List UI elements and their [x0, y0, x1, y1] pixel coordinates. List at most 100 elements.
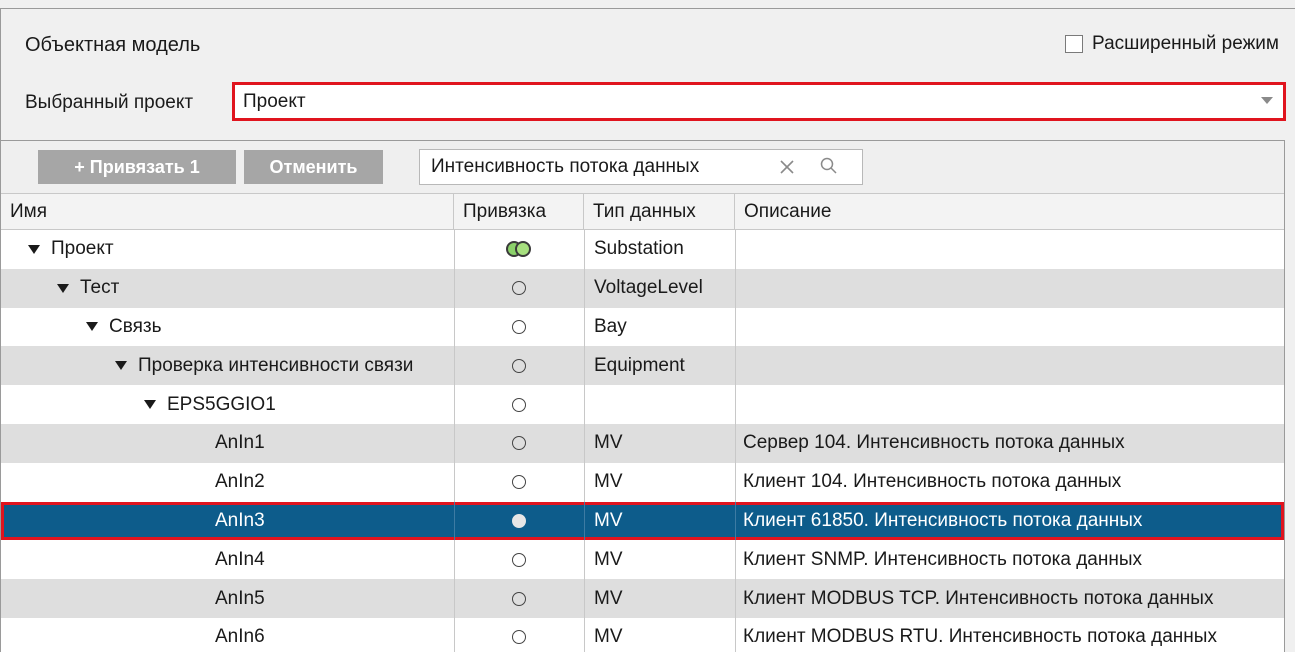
data-type-cell: Substation	[594, 238, 684, 260]
tree-node-cell[interactable]: Связь	[1, 308, 454, 347]
binding-cell[interactable]	[454, 579, 584, 618]
tree-node-cell[interactable]: AnIn2	[1, 463, 454, 502]
tree-node-cell[interactable]: AnIn3	[1, 502, 454, 541]
advanced-mode-toggle[interactable]: Расширенный режим	[1065, 33, 1279, 55]
advanced-mode-label: Расширенный режим	[1092, 33, 1279, 54]
column-divider	[584, 423, 585, 463]
binding-cell[interactable]	[454, 463, 584, 502]
selected-project-label: Выбранный проект	[25, 92, 194, 113]
description-cell	[735, 385, 1284, 424]
tree-node-cell[interactable]: AnIn5	[1, 579, 454, 618]
tree-node-label: EPS5GGIO1	[167, 393, 276, 415]
binding-cell[interactable]	[454, 424, 584, 463]
tree-node-label: Проверка интенсивности связи	[138, 354, 414, 376]
binding-cell[interactable]	[454, 230, 584, 269]
column-divider	[735, 617, 736, 652]
expand-arrow-icon[interactable]	[115, 361, 127, 371]
table-row[interactable]: AnIn3 MV Клиент 61850. Интенсивность поток…	[1, 501, 1284, 541]
table-row[interactable]: AnIn5 MV Клиент MODBUS TCP. Интенсивность …	[1, 579, 1284, 618]
table-row[interactable]: AnIn6 MV Клиент MODBUS RTU. Интенсивность …	[1, 617, 1284, 652]
column-divider	[454, 540, 455, 580]
column-header-data-type[interactable]: Тип данных	[584, 194, 735, 230]
grid-rows: Проект Substation Тест VoltageLevel Связь Bay…	[1, 230, 1284, 652]
empty-circle-icon	[512, 319, 526, 334]
tree-node-label: Тест	[80, 277, 120, 299]
chevron-down-icon[interactable]	[1261, 97, 1273, 104]
bind-button[interactable]: + Привязать 1	[38, 150, 236, 184]
data-type-cell: Bay	[594, 315, 627, 337]
data-type-cell: Equipment	[594, 354, 685, 376]
tree-node-cell[interactable]: Проверка интенсивности связи	[1, 346, 454, 385]
table-row[interactable]: EPS5GGIO1	[1, 385, 1284, 424]
empty-circle-icon	[512, 281, 526, 296]
table-row[interactable]: Тест VoltageLevel	[1, 268, 1284, 308]
column-divider	[454, 268, 455, 308]
column-header-description[interactable]: Описание	[735, 194, 1284, 230]
binding-cell[interactable]	[454, 618, 584, 652]
description-cell: Клиент 61850. Интенсивность потока данны…	[743, 509, 1143, 531]
data-type-cell: MV	[594, 548, 623, 570]
column-divider	[584, 346, 585, 386]
data-type-cell	[584, 385, 735, 424]
binding-cell[interactable]	[454, 269, 584, 308]
column-divider	[735, 385, 736, 424]
column-divider	[735, 579, 736, 618]
expand-arrow-icon[interactable]	[28, 244, 40, 254]
data-type-cell: MV	[594, 509, 623, 531]
column-divider	[584, 462, 585, 502]
column-divider	[735, 268, 736, 308]
tree-node-cell[interactable]: Проект	[1, 230, 454, 269]
search-input[interactable]: Интенсивность потока данных	[419, 149, 863, 185]
bound-status-icon	[506, 241, 532, 258]
tree-node-label: Проект	[51, 238, 114, 260]
close-icon[interactable]	[776, 156, 798, 178]
grid-header: Имя Привязка Тип данных Описание	[1, 193, 1284, 230]
binding-cell[interactable]	[454, 540, 584, 579]
tree-node-cell[interactable]: Тест	[1, 269, 454, 308]
column-header-binding[interactable]: Привязка	[454, 194, 584, 230]
description-cell: Клиент SNMP. Интенсивность потока данных	[743, 548, 1143, 570]
tree-node-label: AnIn3	[215, 509, 265, 531]
table-row[interactable]: Проверка интенсивности связи Equipment	[1, 346, 1284, 386]
column-divider	[584, 230, 585, 269]
binding-cell[interactable]	[454, 385, 584, 424]
empty-circle-icon	[512, 475, 526, 490]
table-row[interactable]: AnIn1 MV Сервер 104. Интенсивность потока …	[1, 423, 1284, 463]
tree-node-label: AnIn4	[215, 548, 265, 570]
column-divider	[735, 307, 736, 347]
expand-arrow-icon[interactable]	[86, 322, 98, 332]
table-row[interactable]: Связь Bay	[1, 307, 1284, 347]
empty-circle-icon	[512, 552, 526, 567]
cancel-button[interactable]: Отменить	[244, 150, 383, 184]
expand-arrow-icon[interactable]	[57, 283, 69, 293]
advanced-mode-checkbox[interactable]	[1065, 35, 1084, 53]
search-icon[interactable]	[818, 155, 840, 177]
binding-cell[interactable]	[454, 502, 584, 541]
column-divider	[584, 617, 585, 652]
tree-node-cell[interactable]: AnIn4	[1, 540, 454, 579]
tree-node-cell[interactable]: AnIn6	[1, 618, 454, 652]
tree-node-cell[interactable]: AnIn1	[1, 424, 454, 463]
column-divider	[454, 307, 455, 347]
column-divider	[735, 346, 736, 386]
description-cell	[735, 269, 1284, 308]
description-cell	[735, 308, 1284, 347]
binding-cell[interactable]	[454, 308, 584, 347]
column-divider	[735, 423, 736, 463]
table-row[interactable]: Проект Substation	[1, 230, 1284, 269]
column-divider	[584, 268, 585, 308]
column-header-name[interactable]: Имя	[1, 194, 454, 230]
tree-node-cell[interactable]: EPS5GGIO1	[1, 385, 454, 424]
empty-circle-icon	[512, 358, 526, 373]
table-row[interactable]: AnIn2 MV Клиент 104. Интенсивность потока …	[1, 462, 1284, 502]
table-row[interactable]: AnIn4 MV Клиент SNMP. Интенсивность потока…	[1, 540, 1284, 580]
search-input-value: Интенсивность потока данных	[431, 156, 700, 177]
column-divider	[584, 501, 585, 541]
data-type-cell: MV	[594, 626, 623, 648]
description-cell	[735, 230, 1284, 269]
description-cell: Клиент MODBUS TCP. Интенсивность потока …	[743, 587, 1214, 609]
project-select[interactable]: Проект	[232, 82, 1286, 121]
column-divider	[454, 423, 455, 463]
binding-cell[interactable]	[454, 346, 584, 385]
expand-arrow-icon[interactable]	[144, 400, 156, 410]
